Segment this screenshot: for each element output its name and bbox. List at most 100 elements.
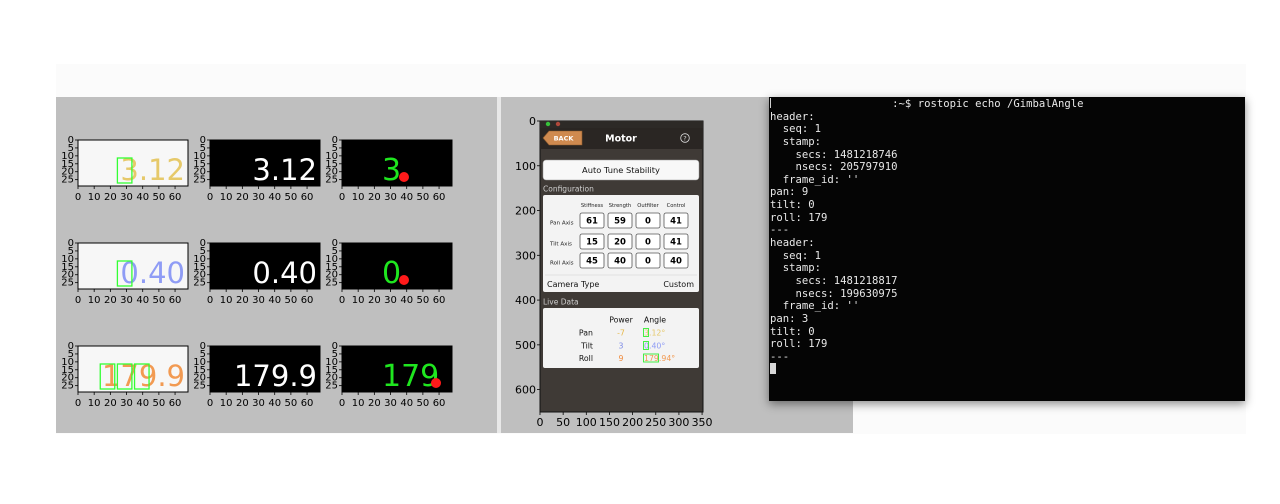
live-column-header: Power (609, 316, 633, 325)
status-dot-green-icon (545, 121, 551, 127)
x-tick-label: 50 (153, 192, 166, 203)
terminal-line: stamp: (770, 135, 822, 148)
config-value-text: 15 (586, 238, 598, 248)
phone-x-tick-label: 50 (556, 416, 570, 429)
x-tick-label: 20 (236, 295, 249, 306)
terminal-line: pan: 9 (770, 186, 809, 199)
auto-tune-stability-label: Auto Tune Stability (582, 165, 660, 175)
x-tick-label: 0 (339, 295, 345, 306)
terminal-line: header: (770, 110, 815, 123)
digit-panel-3-1: 05101520250 10 20 30 40 50 60179.9179 (61, 341, 189, 409)
x-tick-label: 30 (120, 295, 133, 306)
live-power-value: 9 (619, 354, 624, 363)
terminal-line: frame_id: '' (770, 173, 860, 186)
x-tick-label: 20 (104, 295, 117, 306)
x-tick-label: 30 (384, 295, 397, 306)
live-row-label: Tilt (580, 342, 593, 351)
phone-x-tick-label: 150 (599, 416, 620, 429)
live-power-value: -7 (617, 329, 625, 338)
terminal-line: secs: 1481218746 (770, 148, 898, 161)
terminal-line: roll: 179 (770, 211, 828, 224)
status-bar (540, 121, 703, 128)
x-tick-label: 60 (169, 192, 182, 203)
digit-recognition-grid: 05101520250 10 20 30 40 50 603.12305101520250 1… (61, 135, 453, 409)
back-button[interactable]: BACK (542, 130, 583, 146)
decimal-point-marker-icon (399, 172, 409, 182)
live-column-header: Angle (644, 316, 666, 325)
recognized-digit-text: 3 (382, 153, 401, 188)
phone-y-tick-label: 100 (515, 160, 536, 173)
phone-y-tick-label: 200 (515, 205, 536, 218)
x-tick-label: 60 (433, 192, 446, 203)
recognized-digit-text: 0 (382, 256, 401, 291)
x-tick-label: 60 (169, 398, 182, 409)
terminal-first-line: :~$ rostopic echo /GimbalAngle (770, 98, 1245, 111)
x-tick-label: 40 (268, 192, 281, 203)
back-button-label: BACK (554, 135, 575, 143)
digit-panel-2-2: 05101520250 10 20 30 40 50 600.40 (193, 238, 321, 306)
phone-app-screen: BACK Motor ? Auto Tune Stability Configu… (539, 120, 704, 413)
app-title: Motor (605, 134, 637, 145)
x-tick-label: 10 (88, 192, 101, 203)
live-row-label: Pan (579, 329, 593, 338)
terminal-prompt-line (770, 363, 1245, 376)
terminal-line: nsecs: 199630975 (770, 287, 898, 300)
config-value-text: 20 (614, 238, 626, 248)
config-value-text: 0 (645, 217, 651, 227)
digit-panel-1-3: 05101520250 10 20 30 40 50 603 (325, 135, 453, 203)
digit-panel-2-1: 05101520250 10 20 30 40 50 600.400 (61, 238, 189, 306)
x-tick-label: 20 (104, 398, 117, 409)
x-tick-label: 10 (220, 192, 233, 203)
x-tick-label: 50 (285, 192, 298, 203)
config-value-text: 41 (670, 238, 682, 248)
digit-panel-1-2: 05101520250 10 20 30 40 50 603.12 (193, 135, 321, 203)
phone-y-tick-label: 500 (515, 339, 536, 352)
x-tick-label: 30 (252, 398, 265, 409)
digit-panel-3-2: 05101520250 10 20 30 40 50 60179.9 (193, 341, 321, 409)
config-value-text: 45 (586, 257, 598, 267)
detected-digits: 179 (101, 359, 156, 393)
recognized-digit-text: 179 (382, 359, 439, 394)
config-row-label: Tilt Axis (549, 242, 572, 248)
live-data-section-header: Live Data (543, 298, 579, 307)
x-tick-label: 0 (339, 192, 345, 203)
x-tick-label: 20 (104, 192, 117, 203)
x-tick-label: 20 (368, 192, 381, 203)
x-tick-label: 10 (352, 295, 365, 306)
config-column-header: Stiffness (581, 203, 604, 209)
terminal-window[interactable]: :~$ rostopic echo /GimbalAngle header: s… (769, 97, 1245, 401)
x-tick-label: 40 (136, 398, 149, 409)
config-value-text: 0 (645, 238, 651, 248)
x-tick-label: 30 (252, 192, 265, 203)
y-tick-label: 25 (61, 175, 74, 186)
x-tick-label: 20 (368, 398, 381, 409)
x-tick-label: 60 (169, 295, 182, 306)
y-tick-label: 25 (61, 278, 74, 289)
camera-type-label[interactable]: Camera Type (547, 280, 599, 289)
camera-type-value[interactable]: Custom (663, 280, 694, 289)
x-tick-label: 30 (120, 398, 133, 409)
x-tick-label: 50 (417, 398, 430, 409)
phone-y-tick-label: 0 (529, 115, 536, 128)
config-column-header: Outfilter (637, 203, 659, 209)
terminal-line: seq: 1 (770, 123, 822, 136)
y-tick-label: 25 (325, 175, 338, 186)
phone-x-tick-label: 300 (668, 416, 689, 429)
x-tick-label: 0 (339, 398, 345, 409)
white-digit-text: 179.9 (234, 359, 317, 393)
phone-y-tick-label: 600 (515, 384, 536, 397)
config-value-text: 59 (614, 217, 626, 227)
live-row-label: Roll (579, 354, 593, 363)
x-tick-label: 30 (384, 192, 397, 203)
x-tick-label: 60 (433, 295, 446, 306)
terminal-line: --- (770, 224, 790, 237)
x-tick-label: 30 (384, 398, 397, 409)
y-tick-label: 25 (193, 381, 206, 392)
terminal-line: frame_id: '' (770, 300, 860, 313)
x-tick-label: 10 (220, 398, 233, 409)
digit-panel-1-1: 05101520250 10 20 30 40 50 603.123 (61, 135, 189, 203)
x-tick-label: 50 (153, 295, 166, 306)
config-column-header: Strength (609, 203, 631, 209)
figure-separator (497, 97, 501, 433)
y-tick-label: 25 (61, 381, 74, 392)
